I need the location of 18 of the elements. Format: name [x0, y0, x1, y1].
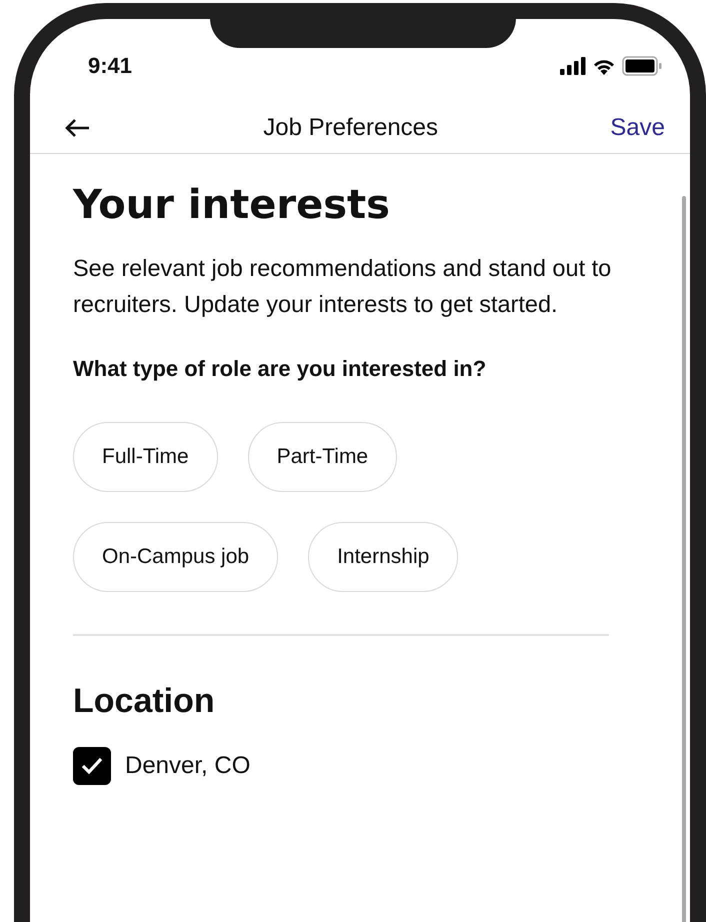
question-label: What type of role are you interested in?: [73, 356, 488, 382]
location-heading: Location: [73, 682, 216, 721]
role-chip[interactable]: Internship: [308, 522, 458, 592]
page-title: Job Preferences: [263, 114, 438, 142]
section-heading: Your interests: [73, 182, 391, 228]
location-checkbox[interactable]: [73, 747, 111, 785]
role-chip[interactable]: On-Campus job: [73, 522, 278, 592]
status-time: 9:41: [88, 53, 132, 79]
back-button[interactable]: [65, 118, 91, 138]
role-chip[interactable]: Part-Time: [248, 422, 398, 492]
description-text: See relevant job recommendations and stand out to recruiters. Update your interests to get started.: [73, 254, 612, 319]
checkmark-icon: [81, 757, 103, 775]
signal-icon: [560, 57, 586, 75]
battery-icon: [622, 56, 662, 76]
location-label: Denver, CO: [125, 752, 250, 780]
back-arrow-icon: [65, 118, 91, 138]
save-button[interactable]: Save: [610, 114, 665, 142]
role-chip[interactable]: Full-Time: [73, 422, 218, 492]
